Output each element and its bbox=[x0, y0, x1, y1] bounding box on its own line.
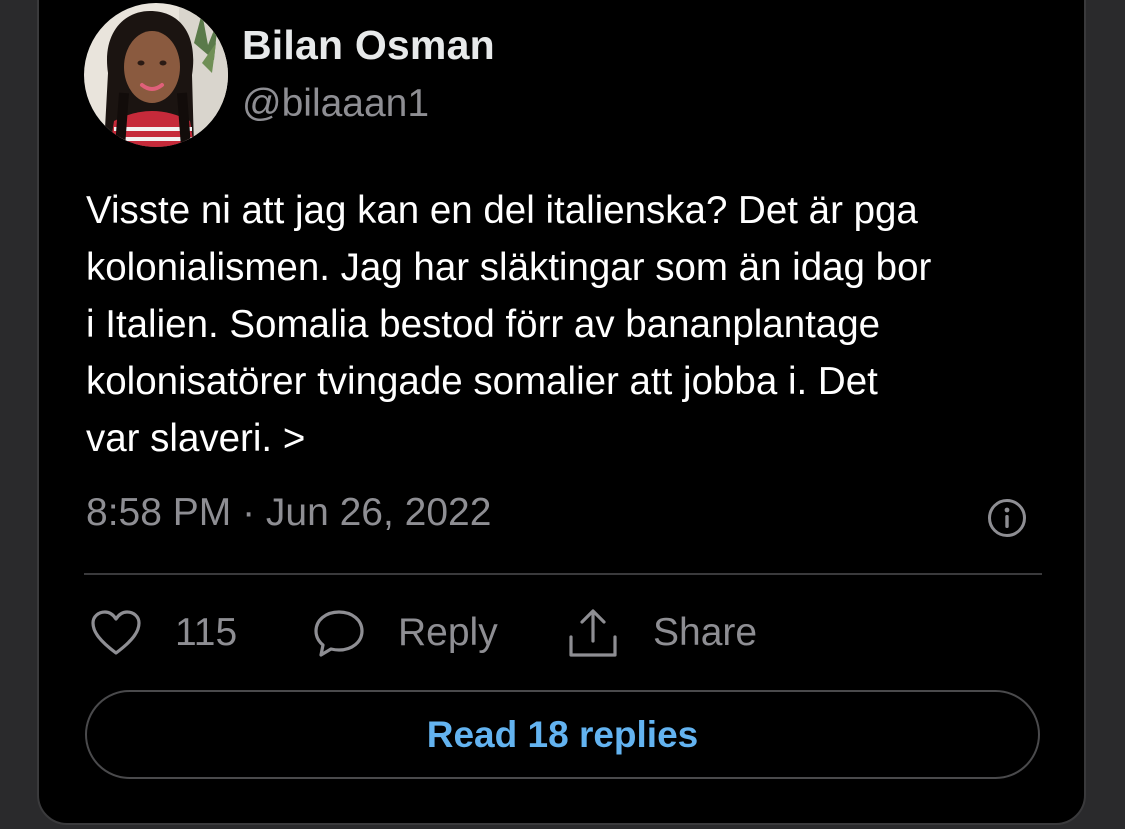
author-name[interactable]: Bilan Osman bbox=[242, 22, 495, 69]
speech-bubble-icon bbox=[314, 610, 364, 657]
tweet-text-line: Visste ni att jag kan en del italienska?… bbox=[86, 189, 918, 232]
share-label: Share bbox=[653, 611, 758, 654]
read-replies-label: Read 18 replies bbox=[426, 713, 699, 755]
read-replies-button[interactable]: Read 18 replies bbox=[85, 690, 1040, 779]
share-button[interactable]: Share bbox=[566, 604, 757, 662]
author-handle[interactable]: @bilaaan1 bbox=[242, 82, 429, 126]
share-upload-icon bbox=[569, 609, 617, 657]
tweet-text-line: var slaveri. > bbox=[86, 417, 306, 460]
info-circle-icon[interactable] bbox=[987, 498, 1027, 538]
tweet-timestamp: 8:58 PM · Jun 26, 2022 bbox=[86, 491, 492, 534]
heart-icon bbox=[91, 610, 141, 655]
like-button[interactable]: 115 bbox=[90, 604, 237, 662]
reply-button[interactable]: Reply bbox=[313, 604, 498, 662]
divider bbox=[84, 573, 1042, 575]
avatar[interactable] bbox=[84, 3, 228, 147]
tweet-text-line: kolonisatörer tvingade somalier att jobb… bbox=[86, 360, 878, 403]
avatar-image bbox=[84, 3, 228, 147]
like-count: 115 bbox=[175, 611, 238, 654]
tweet-text: Visste ni att jag kan en del italienska?… bbox=[86, 182, 1076, 467]
tweet-text-line: i Italien. Somalia bestod förr av bananp… bbox=[86, 303, 881, 346]
reply-label: Reply bbox=[398, 611, 498, 654]
tweet-text-line: kolonialismen. Jag har släktingar som än… bbox=[86, 246, 932, 289]
